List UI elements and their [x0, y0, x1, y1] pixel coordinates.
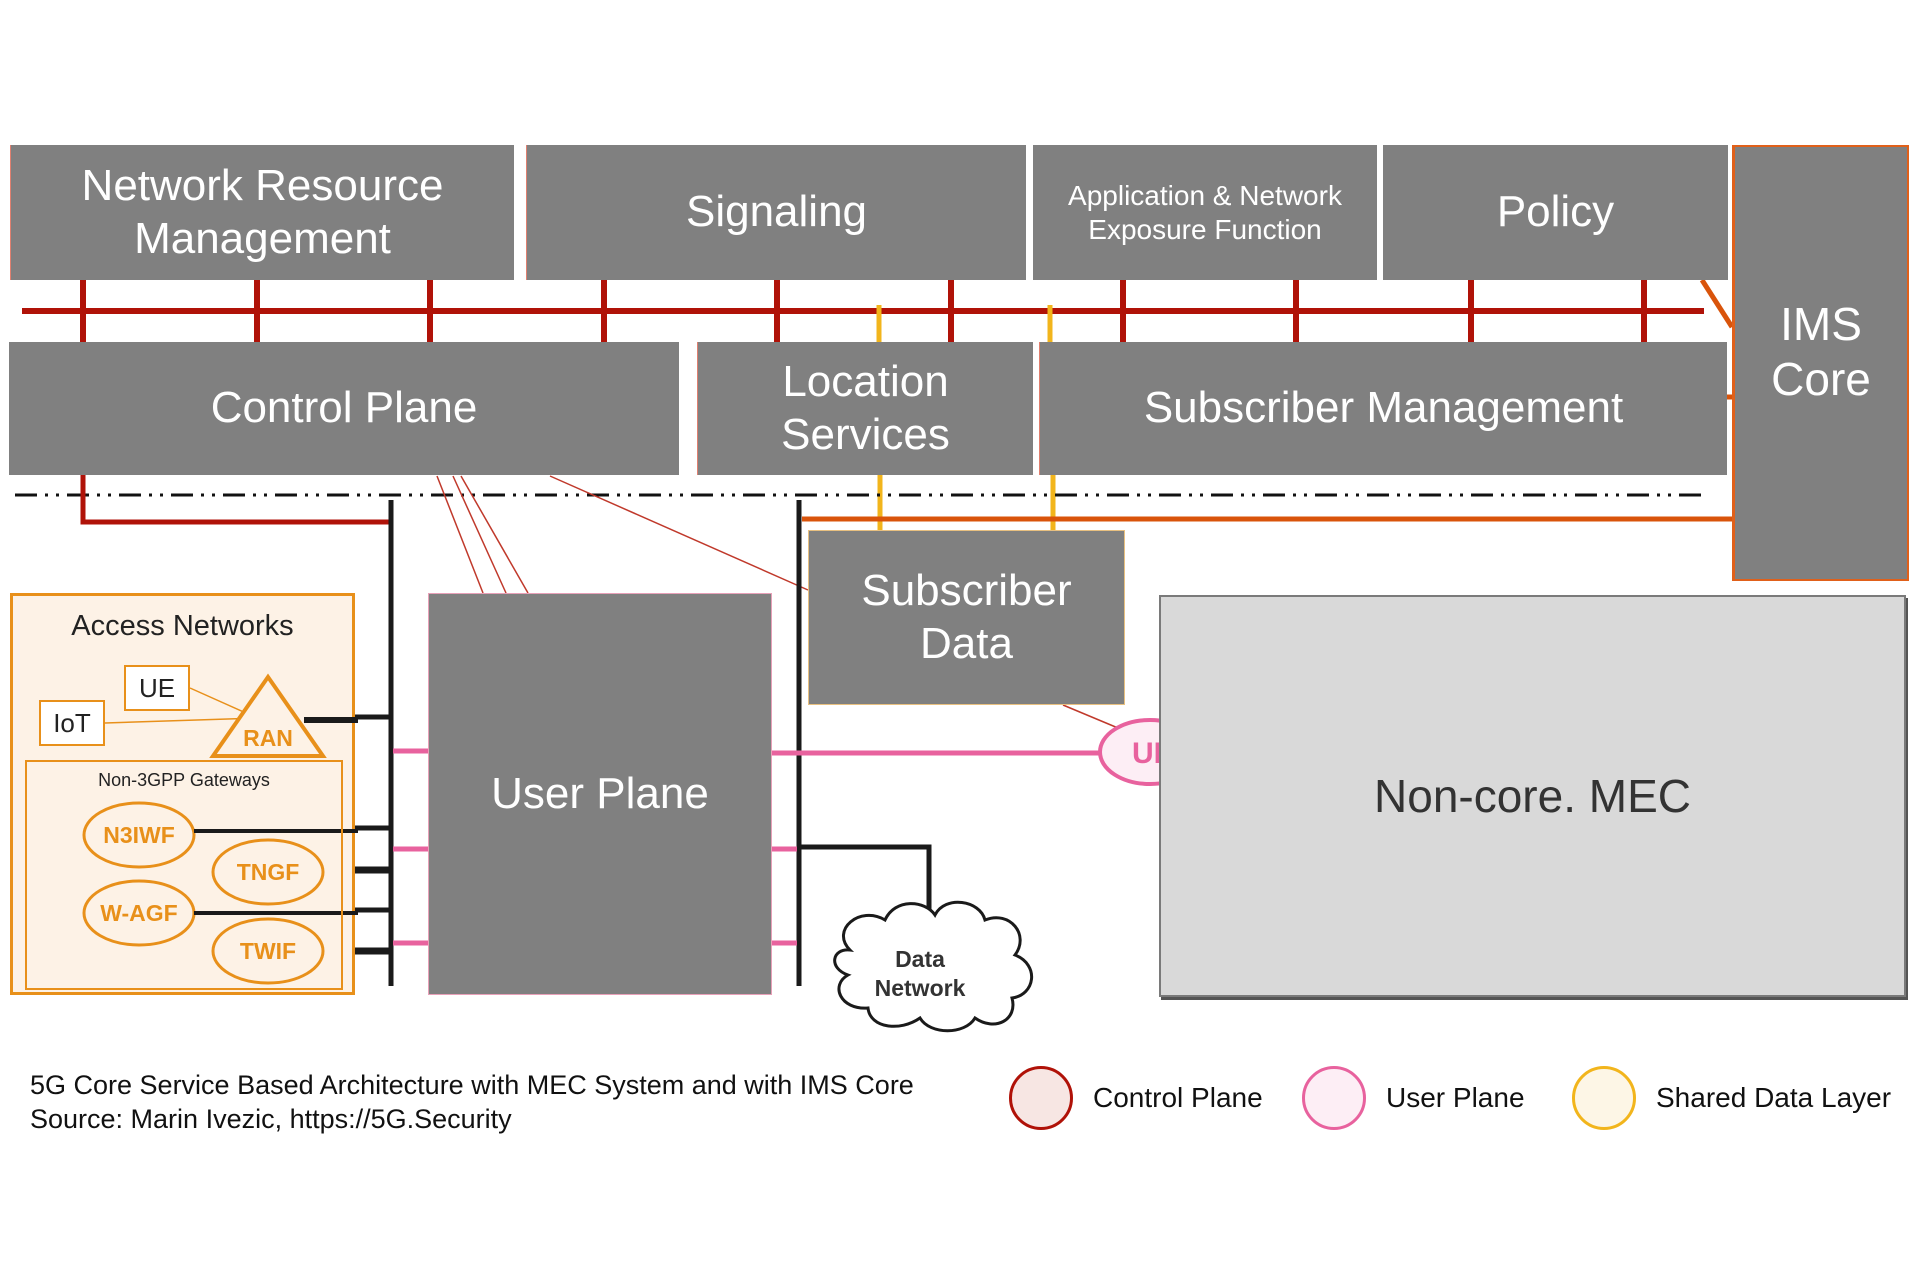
legend-swatch-control-plane [1009, 1066, 1073, 1130]
subscriber-data-box[interactable]: Subscriber Data [808, 530, 1125, 705]
access-networks-panel: Access Networks RAN N3IWF TNGF W-AGF TWI… [10, 593, 358, 995]
network-resource-management-box[interactable]: Network Resource Management [10, 145, 514, 280]
signaling-box[interactable]: Signaling [526, 145, 1026, 280]
location-services-box[interactable]: Location Services [697, 342, 1033, 475]
application-network-exposure-box[interactable]: Application & Network Exposure Function [1033, 145, 1377, 280]
data-network-label-2: Network [875, 975, 966, 1001]
legend-label: Shared Data Layer [1656, 1082, 1892, 1113]
legend-label: User Plane [1386, 1082, 1525, 1113]
non-core-mec-box[interactable]: Non-core. MEC [1159, 595, 1906, 997]
subscriber-management-box[interactable]: Subscriber Management [1039, 342, 1727, 475]
non-3gpp-gateways-group: Non-3GPP Gateways [25, 760, 343, 990]
control-plane-n2-link [80, 475, 392, 525]
data-network-label-1: Data [895, 946, 945, 972]
legend-swatch-shared-data [1572, 1066, 1636, 1130]
iot-node[interactable]: IoT [39, 700, 105, 746]
caption-title: 5G Core Service Based Architecture with … [30, 1070, 914, 1100]
control-plane-bus [22, 280, 1704, 342]
legend-control-plane: Control Plane [1009, 1064, 1263, 1132]
ran-label: RAN [243, 725, 293, 751]
ims-core-box[interactable]: IMS Core [1732, 145, 1909, 581]
legend-shared-data-layer: Shared Data Layer [1572, 1064, 1891, 1132]
ue-node[interactable]: UE [124, 665, 190, 711]
policy-box[interactable]: Policy [1383, 145, 1728, 280]
legend-label: Control Plane [1093, 1082, 1263, 1113]
non-3gpp-gateways-title: Non-3GPP Gateways [98, 770, 270, 790]
legend-swatch-user-plane [1302, 1066, 1366, 1130]
user-plane-box[interactable]: User Plane [428, 593, 772, 995]
legend-user-plane: User Plane [1302, 1064, 1525, 1132]
data-network-cloud[interactable]: Data Network [833, 900, 1034, 1033]
control-plane-box[interactable]: Control Plane [9, 342, 679, 475]
caption: 5G Core Service Based Architecture with … [30, 1068, 914, 1136]
caption-source: Source: Marin Ivezic, https://5G.Securit… [30, 1104, 512, 1134]
